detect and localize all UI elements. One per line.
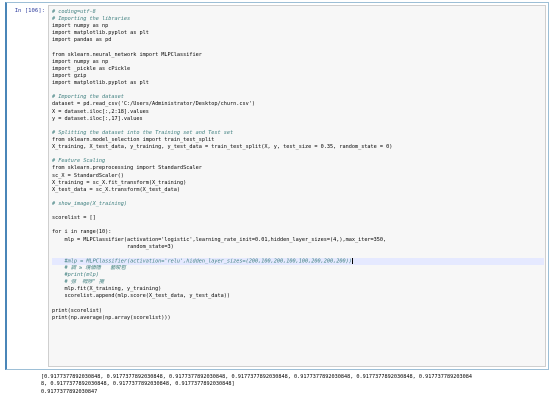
- code-line: scorelist = []: [52, 215, 96, 222]
- cell-output: [0.9177377892030848, 0.9177377892030848,…: [41, 374, 539, 407]
- code-line: import pandas as pd: [52, 37, 112, 44]
- code-block[interactable]: # coding=utf-8 # Importing the libraries i…: [52, 9, 544, 322]
- code-editor[interactable]: # coding=utf-8 # Importing the libraries i…: [48, 5, 546, 367]
- code-line: # 調 ≥ 境値隱 藝晙苞: [52, 264, 126, 271]
- code-line: X_test_data = sc_X.transform(X_test_data…: [52, 186, 181, 193]
- output-line: [0.9177377892030848, 0.9177377892030848,…: [41, 374, 472, 380]
- code-line: for i in range(10):: [52, 229, 112, 236]
- code-line: random_state=3): [52, 243, 174, 250]
- code-line: X = dataset.iloc[:,2:18].values: [52, 108, 149, 115]
- code-line: scorelist.append(mlp.score(X_test_data, …: [52, 293, 231, 300]
- code-line: # show_image(X_training): [52, 200, 127, 207]
- text-cursor: [351, 257, 353, 264]
- code-line: # 弶 栂陟" 攪: [52, 279, 104, 286]
- notebook-code-cell[interactable]: In [106]: # coding=utf-8 # Importing the …: [5, 2, 549, 370]
- code-line: #mlp = MLPClassifier(activation='relu',h…: [52, 257, 544, 265]
- code-line: import _pickle as cPickle: [52, 65, 131, 72]
- code-line: X_training, X_test_data, y_training, y_t…: [52, 144, 393, 151]
- code-line: # Splitting the dataset into the Trainin…: [52, 129, 234, 136]
- code-line: from sklearn.preprocessing import Standa…: [52, 165, 202, 172]
- code-line: # Importing the dataset: [52, 94, 124, 101]
- output-line: 0.9177377892030847: [41, 388, 98, 395]
- code-line: print(np.average(np.array(scorelist))): [52, 314, 171, 321]
- input-prompt: In [106]:: [14, 8, 45, 14]
- code-line: dataset = pd.read_csv('C:/Users/Administ…: [52, 101, 256, 108]
- code-line: mlp.fit(X_training, y_training): [52, 286, 162, 293]
- code-line: y = dataset.iloc[:,17].values: [52, 115, 143, 122]
- code-line: import matplotlib.pyplot as plt: [52, 30, 149, 37]
- code-line: import numpy as np: [52, 23, 109, 30]
- code-line: #print(mlp): [52, 272, 99, 279]
- code-line: # Feature Scaling: [52, 158, 106, 165]
- code-line: sc_X = StandardScaler(): [52, 172, 124, 179]
- code-line: from sklearn.model_selection import trai…: [52, 136, 215, 143]
- code-line: import numpy as np: [52, 58, 109, 65]
- code-line: # coding=utf-8: [52, 9, 96, 15]
- code-line: from sklearn.neural_network import MLPCl…: [52, 51, 202, 58]
- code-line: import gzip: [52, 72, 87, 79]
- code-line: mlp = MLPClassifier(activation='logistic…: [52, 236, 387, 243]
- code-line: print(scorelist): [52, 307, 102, 314]
- code-line: import matplotlib.pyplot as plt: [52, 80, 149, 87]
- code-line: X_training = sc_X.fit_transform(X_traini…: [52, 179, 187, 186]
- output-line: 8, 0.9177377892030848, 0.917737789203084…: [41, 381, 235, 388]
- code-line: # Importing the libraries: [52, 16, 131, 23]
